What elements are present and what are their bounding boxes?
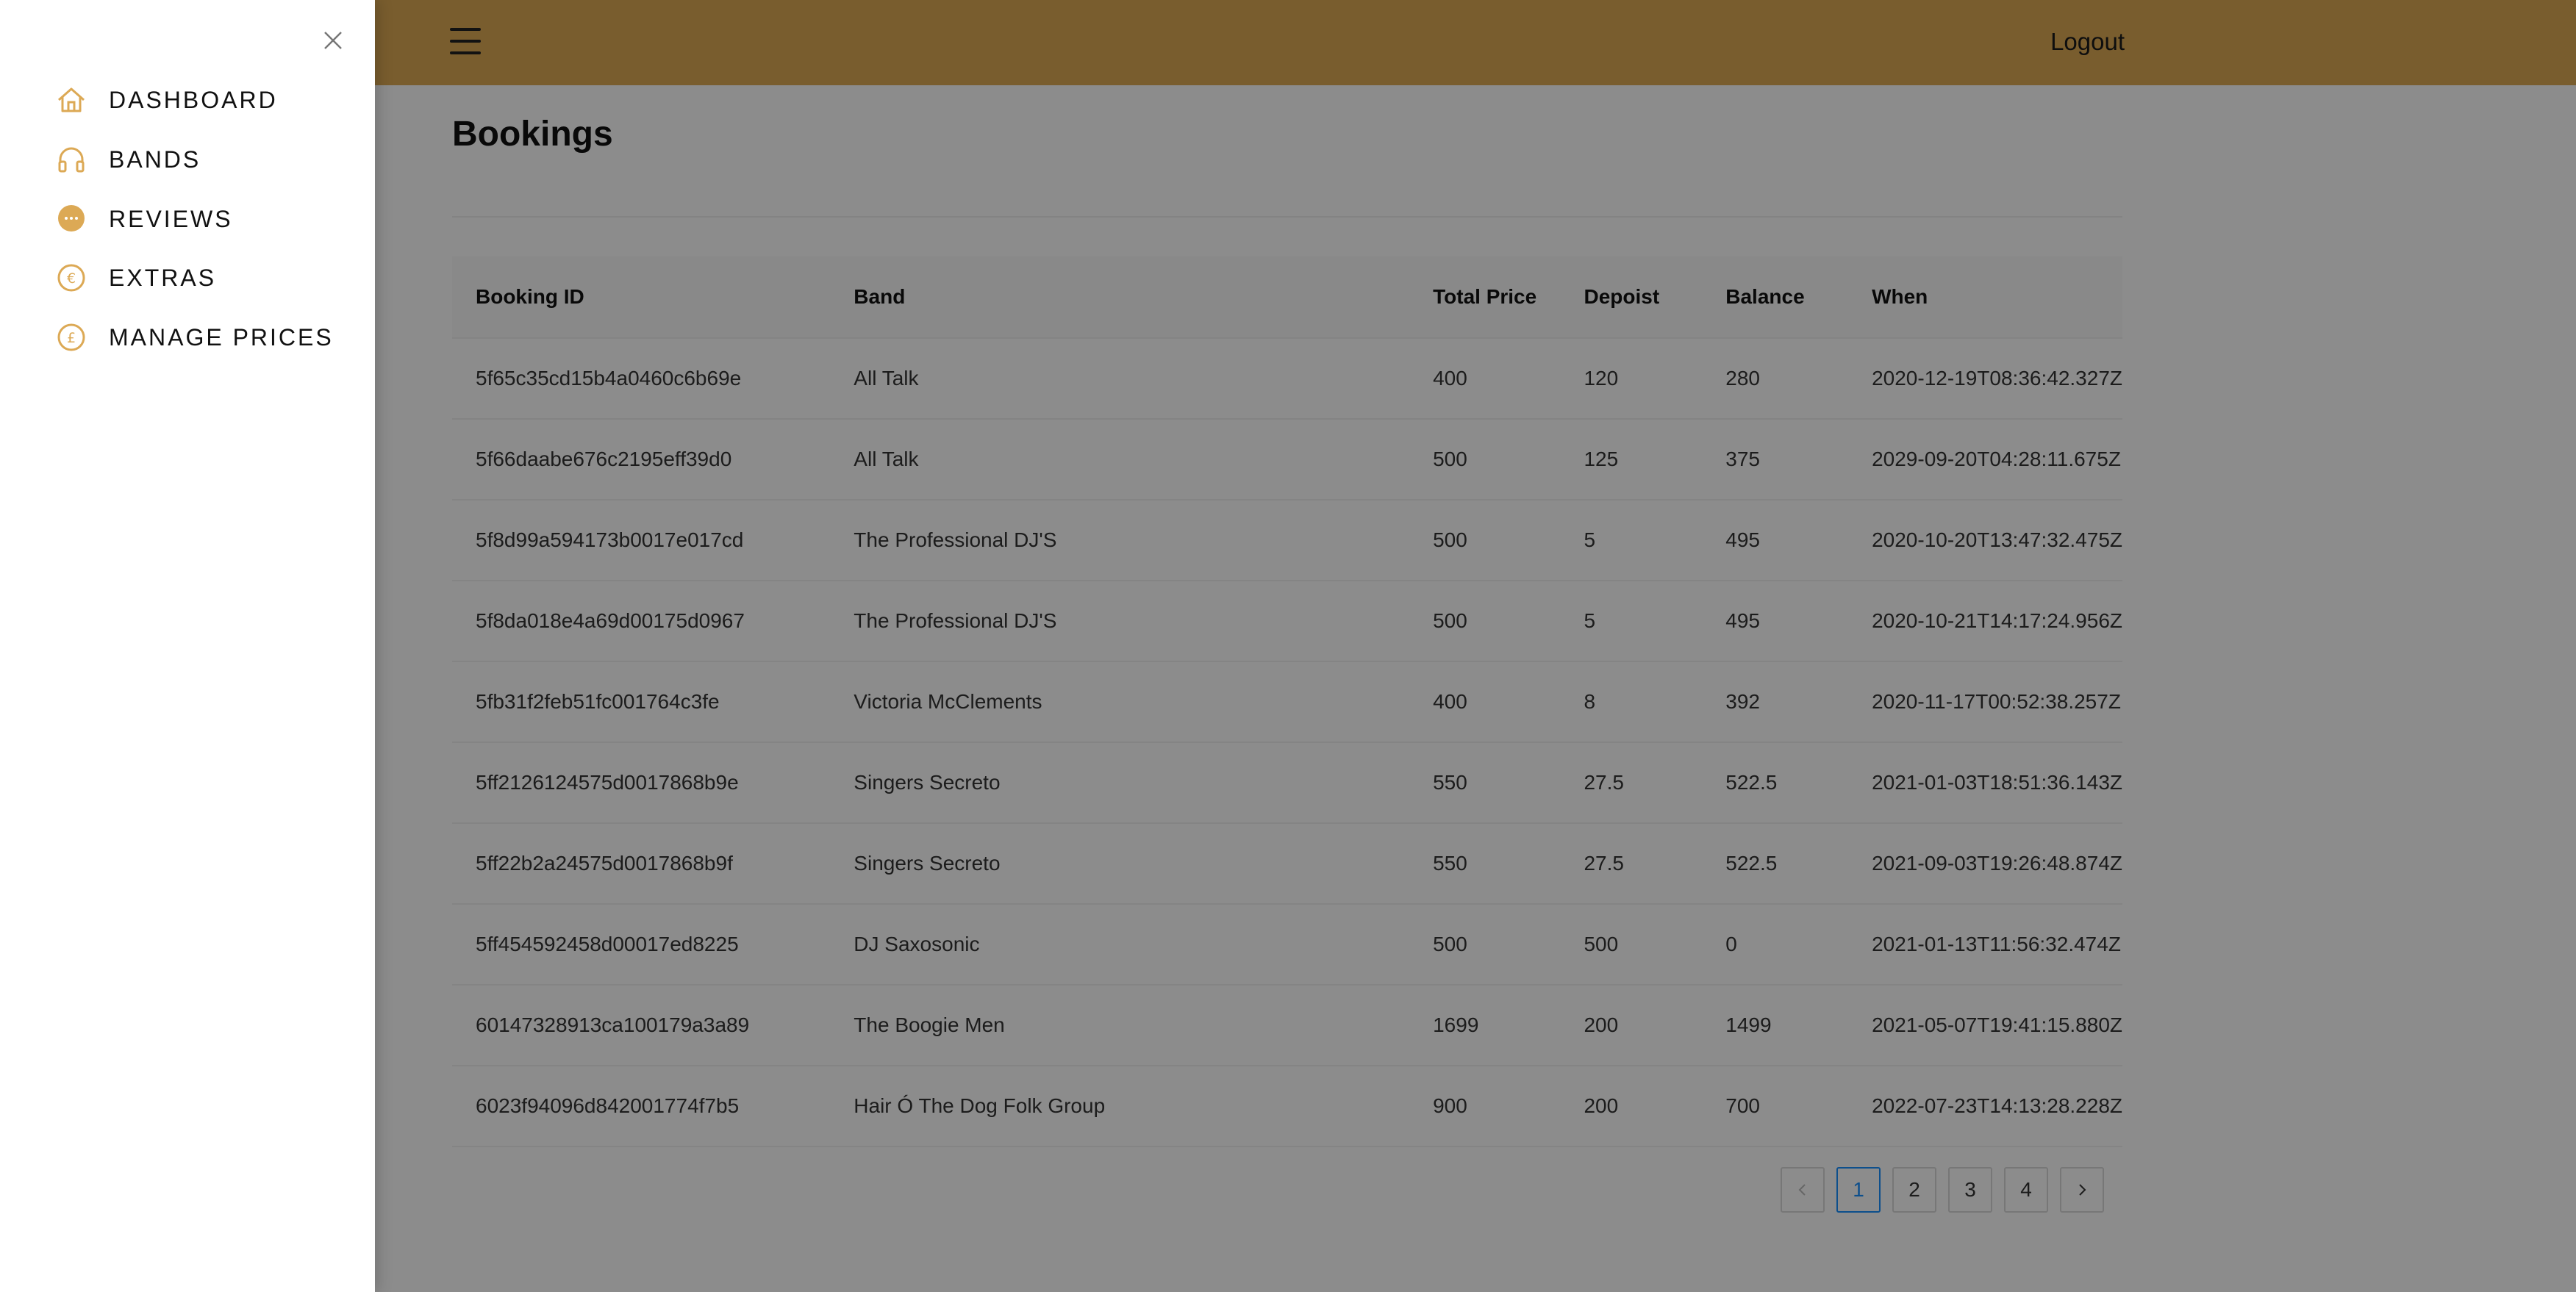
nav-drawer: DASHBOARD BANDS REVIEWS € EXTRAS £ MANAG…	[0, 0, 375, 1292]
nav-label-extras: EXTRAS	[109, 264, 217, 291]
svg-text:€: €	[67, 270, 76, 287]
nav-item-reviews[interactable]: REVIEWS	[56, 201, 233, 237]
headphones-icon	[56, 144, 87, 175]
nav-item-dashboard[interactable]: DASHBOARD	[56, 82, 278, 118]
nav-label-manage-prices: MANAGE PRICES	[109, 323, 334, 351]
message-icon	[56, 204, 87, 234]
nav-label-dashboard: DASHBOARD	[109, 86, 278, 113]
home-icon	[56, 85, 87, 115]
nav-item-extras[interactable]: € EXTRAS	[56, 259, 216, 296]
nav-item-bands[interactable]: BANDS	[56, 141, 201, 178]
drawer-mask[interactable]	[0, 0, 2576, 1292]
nav-label-bands: BANDS	[109, 146, 201, 173]
nav-item-manage-prices[interactable]: £ MANAGE PRICES	[56, 319, 334, 356]
svg-text:£: £	[67, 330, 76, 346]
euro-icon: €	[56, 262, 87, 293]
pound-icon: £	[56, 322, 87, 353]
close-icon[interactable]	[322, 29, 344, 51]
nav-label-reviews: REVIEWS	[109, 205, 233, 232]
